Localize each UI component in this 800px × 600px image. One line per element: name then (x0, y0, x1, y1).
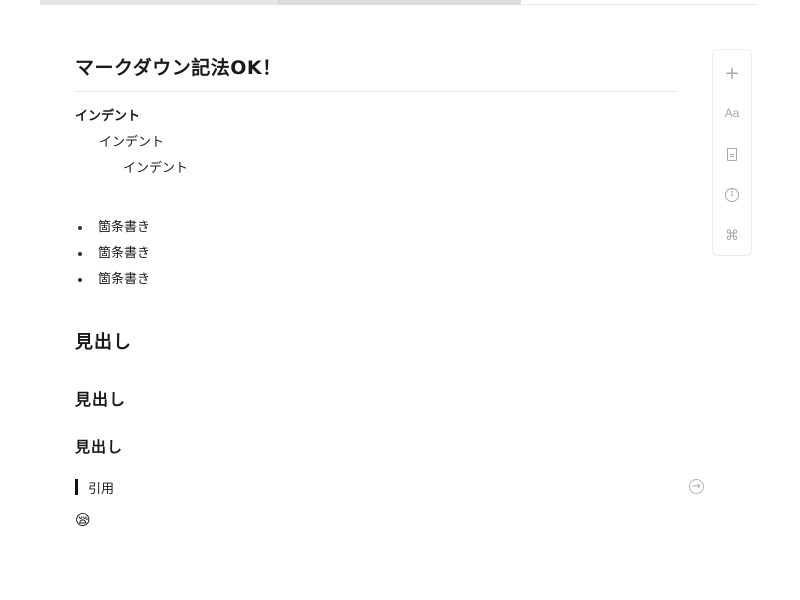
bullet-dot-icon (78, 278, 82, 282)
arrow-right-circle-icon[interactable]: → (689, 479, 704, 494)
bullet-list-item[interactable]: 箇条書き (75, 219, 150, 237)
document-icon-button[interactable] (713, 139, 751, 169)
info-icon: i (725, 188, 739, 202)
bullet-text: 箇条書き (98, 246, 151, 261)
quote-text: 引用 (88, 481, 115, 497)
bullet-text: 箇条書き (98, 272, 151, 287)
indent-line-level-1[interactable]: インデント (99, 134, 164, 152)
indent-line-level-2[interactable]: インデント (123, 160, 188, 178)
editor-area[interactable]: マークダウン記法OK！ インデント インデント インデント 箇条書き 箇条書き … (75, 0, 685, 600)
document-icon (727, 147, 737, 161)
bullet-list-item[interactable]: 箇条書き (75, 245, 150, 263)
side-toolbar: + Aa i ⌘ (712, 49, 752, 256)
indent-line-level-0[interactable]: インデント (75, 108, 140, 126)
sleepy-face-emoji[interactable]: 😪 (75, 511, 93, 529)
page-title[interactable]: マークダウン記法OK！ (75, 55, 677, 92)
blockquote[interactable]: 引用 (75, 478, 115, 497)
command-icon[interactable]: ⌘ (713, 221, 751, 251)
plus-icon[interactable]: + (713, 58, 751, 88)
heading-2[interactable]: 見出し (75, 389, 126, 411)
quote-bar (75, 479, 78, 495)
bullet-dot-icon (78, 226, 82, 230)
text-style-icon[interactable]: Aa (713, 98, 751, 128)
bullet-list-item[interactable]: 箇条書き (75, 271, 150, 289)
bullet-text: 箇条書き (98, 220, 151, 235)
bullet-dot-icon (78, 252, 82, 256)
heading-1[interactable]: 見出し (75, 331, 132, 355)
heading-3[interactable]: 見出し (75, 437, 123, 457)
info-icon-button[interactable]: i (713, 180, 751, 210)
